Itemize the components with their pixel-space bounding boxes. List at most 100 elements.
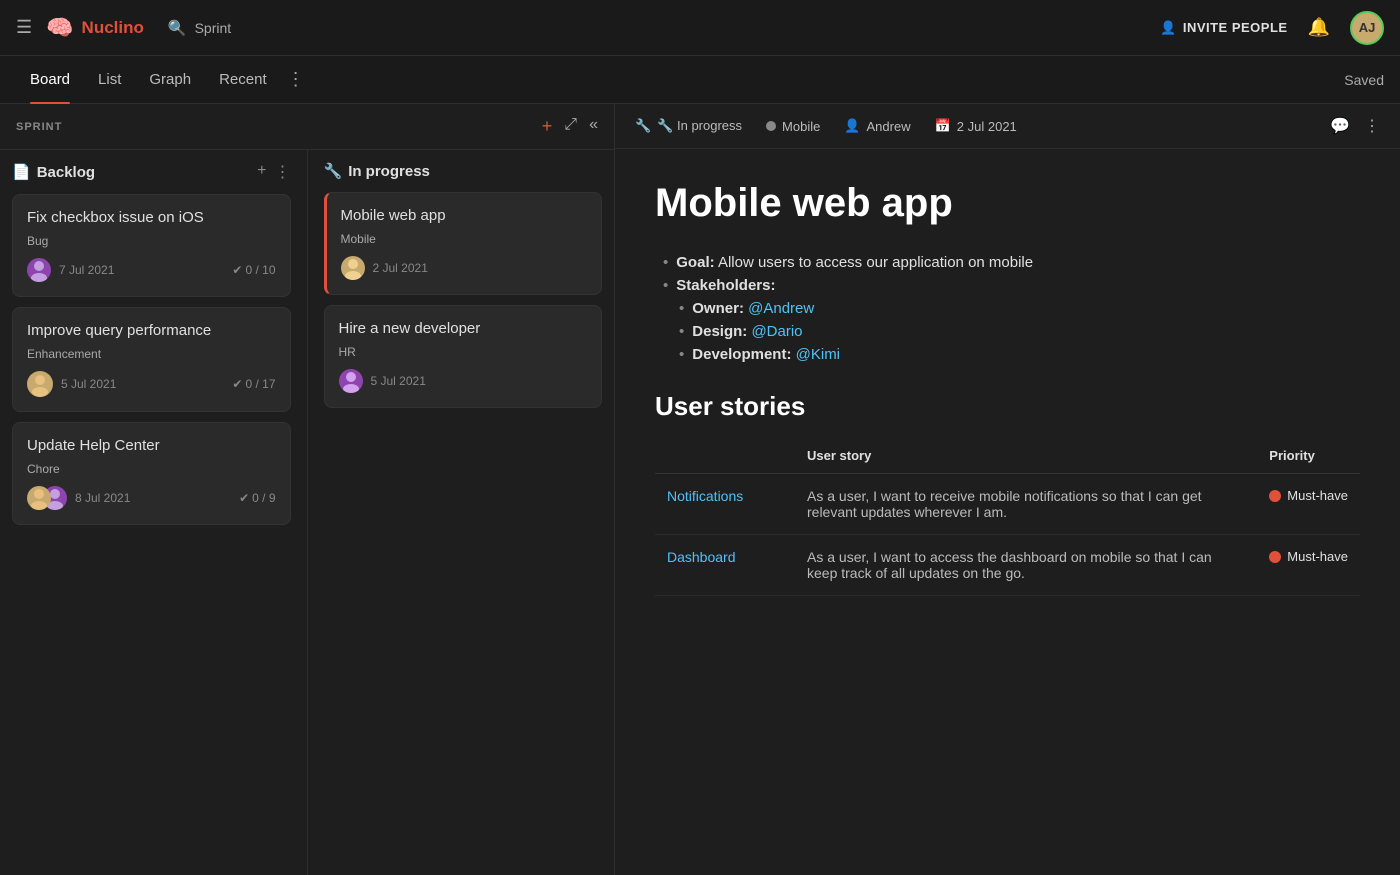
card-tag: HR <box>339 345 588 359</box>
card-title: Update Help Center <box>27 437 276 454</box>
tab-more-icon[interactable]: ⋮ <box>287 69 305 90</box>
tab-recent[interactable]: Recent <box>205 56 281 104</box>
card-mobile-web-app[interactable]: Mobile web app Mobile 2 Jul 2021 <box>324 192 603 295</box>
development-item: Development: @Kimi <box>679 346 1360 363</box>
backlog-column-title: 📄 Backlog <box>12 163 95 181</box>
card-fix-checkbox[interactable]: Fix checkbox issue on iOS Bug 7 Jul 2021… <box>12 194 291 297</box>
backlog-more-icon[interactable]: ⋮ <box>275 162 291 182</box>
story-priority-cell: Must-have <box>1257 474 1360 535</box>
design-link[interactable]: @Dario <box>751 323 802 340</box>
collapse-icon[interactable]: « <box>589 116 598 137</box>
document-content: Mobile web app Goal: Allow users to acce… <box>615 149 1400 875</box>
date-icon: 📅 <box>935 118 951 134</box>
author-icon: 👤 <box>844 118 860 134</box>
goal-item: Goal: Allow users to access our applicat… <box>655 254 1360 271</box>
main-content: SPRINT + ⤢ « 📄 Backlog + ⋮ <box>0 104 1400 875</box>
board-columns: 📄 Backlog + ⋮ Fix checkbox issue on iOS … <box>0 150 614 875</box>
sprint-header: SPRINT + ⤢ « <box>0 104 614 150</box>
priority-badge: Must-have <box>1269 549 1348 564</box>
document-title: Mobile web app <box>655 181 1360 226</box>
doc-overview-section: Goal: Allow users to access our applicat… <box>655 254 1360 363</box>
backlog-column-header: 📄 Backlog + ⋮ <box>12 162 291 182</box>
card-date: 2 Jul 2021 <box>373 261 428 275</box>
notifications-bell-icon[interactable]: 🔔 <box>1308 17 1330 38</box>
priority-dot <box>1269 551 1281 563</box>
story-link-cell: Notifications <box>655 474 795 535</box>
card-footer: 5 Jul 2021 ✔ 0 / 17 <box>27 371 276 397</box>
nav-right: 👤 INVITE PEOPLE 🔔 AJ <box>1160 11 1384 45</box>
priority-badge: Must-have <box>1269 488 1348 503</box>
card-date: 5 Jul 2021 <box>371 374 426 388</box>
priority-dot <box>1269 490 1281 502</box>
user-avatar[interactable]: AJ <box>1350 11 1384 45</box>
backlog-column-actions: + ⋮ <box>257 162 290 182</box>
brand-icon: 🧠 <box>46 15 73 41</box>
card-date: 5 Jul 2021 <box>61 377 116 391</box>
search-icon: 🔍 <box>168 19 187 37</box>
avatar-pair <box>27 486 67 510</box>
table-row: Dashboard As a user, I want to access th… <box>655 535 1360 596</box>
backlog-icon: 📄 <box>12 163 31 181</box>
dashboard-link[interactable]: Dashboard <box>667 549 736 565</box>
table-row: Notifications As a user, I want to recei… <box>655 474 1360 535</box>
tag-text: Mobile <box>782 119 820 134</box>
tag-dot <box>766 121 776 131</box>
sprint-label: SPRINT <box>16 121 542 133</box>
card-footer: 5 Jul 2021 <box>339 369 588 393</box>
card-avatar <box>339 369 363 393</box>
card-hire-developer[interactable]: Hire a new developer HR 5 Jul 2021 <box>324 305 603 408</box>
hamburger-menu[interactable]: ☰ <box>16 17 32 38</box>
table-header: User story Priority <box>655 438 1360 474</box>
author-meta: 👤 Andrew <box>844 118 910 134</box>
tab-graph[interactable]: Graph <box>135 56 205 104</box>
user-stories-section: User stories User story Priority Notific… <box>655 391 1360 596</box>
sprint-actions: + ⤢ « <box>542 116 598 137</box>
status-meta: 🔧 🔧 In progress <box>635 118 742 134</box>
more-options-icon[interactable]: ⋮ <box>1364 116 1380 136</box>
brand-logo-area[interactable]: 🧠 Nuclino <box>46 15 144 41</box>
table-header-row: User story Priority <box>655 438 1360 474</box>
user-stories-heading: User stories <box>655 391 1360 422</box>
card-tag: Mobile <box>341 232 588 246</box>
right-panel: 🔧 🔧 In progress Mobile 👤 Andrew 📅 2 Jul … <box>615 104 1400 875</box>
add-sprint-icon[interactable]: + <box>542 116 553 137</box>
brand-name: Nuclino <box>82 18 144 38</box>
card-checklist: ✔ 0 / 17 <box>232 377 275 391</box>
backlog-column: 📄 Backlog + ⋮ Fix checkbox issue on iOS … <box>0 150 303 875</box>
left-panel: SPRINT + ⤢ « 📄 Backlog + ⋮ <box>0 104 615 875</box>
top-navigation: ☰ 🧠 Nuclino 🔍 Sprint 👤 INVITE PEOPLE 🔔 A… <box>0 0 1400 56</box>
priority-label: Must-have <box>1287 549 1348 564</box>
comment-icon[interactable]: 💬 <box>1330 116 1350 136</box>
card-query-performance[interactable]: Improve query performance Enhancement 5 … <box>12 307 291 412</box>
expand-icon[interactable]: ⤢ <box>564 116 577 137</box>
card-title: Mobile web app <box>341 207 588 224</box>
card-avatar <box>27 371 53 397</box>
card-avatar-1 <box>27 486 51 510</box>
th-user-story: User story <box>795 438 1257 474</box>
notifications-link[interactable]: Notifications <box>667 488 743 504</box>
document-header-bar: 🔧 🔧 In progress Mobile 👤 Andrew 📅 2 Jul … <box>615 104 1400 149</box>
status-icon: 🔧 <box>635 118 651 134</box>
owner-link[interactable]: @Andrew <box>748 300 814 317</box>
card-date: 8 Jul 2021 <box>75 491 130 505</box>
story-text-cell: As a user, I want to access the dashboar… <box>795 535 1257 596</box>
search-area[interactable]: 🔍 Sprint <box>168 19 231 37</box>
in-progress-column-header: 🔧 In progress <box>324 162 603 180</box>
tab-list[interactable]: List <box>84 56 135 104</box>
card-update-help-center[interactable]: Update Help Center Chore 8 Jul 2021 <box>12 422 291 525</box>
story-text-cell: As a user, I want to receive mobile noti… <box>795 474 1257 535</box>
development-link[interactable]: @Kimi <box>796 346 840 363</box>
search-text: Sprint <box>195 20 232 36</box>
tab-bar: Board List Graph Recent ⋮ Saved <box>0 56 1400 104</box>
invite-people-button[interactable]: 👤 INVITE PEOPLE <box>1160 20 1287 36</box>
story-link-cell: Dashboard <box>655 535 795 596</box>
stakeholders-sub-bullets: Owner: @Andrew Design: @Dario Developmen… <box>655 300 1360 363</box>
backlog-add-icon[interactable]: + <box>257 162 266 182</box>
tab-board[interactable]: Board <box>16 56 84 104</box>
card-tag: Chore <box>27 462 276 476</box>
saved-label: Saved <box>1344 72 1384 88</box>
th-empty <box>655 438 795 474</box>
in-progress-column-title: 🔧 In progress <box>324 162 430 180</box>
card-checklist: ✔ 0 / 10 <box>232 263 275 277</box>
card-title: Improve query performance <box>27 322 276 339</box>
